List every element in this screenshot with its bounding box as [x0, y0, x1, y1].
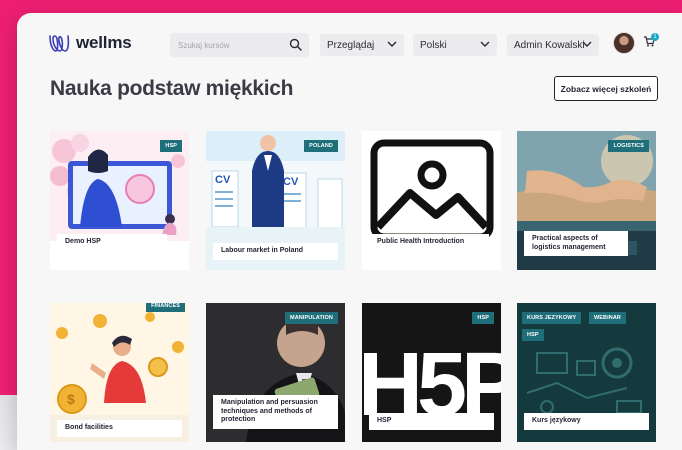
search-box[interactable] [170, 33, 309, 57]
course-card[interactable]: H5P HSP HSP [362, 303, 501, 442]
course-card[interactable]: KURS JEZYKOWY WEBINAR HSP Kurs językowy [517, 303, 656, 442]
avatar[interactable] [613, 32, 635, 54]
browse-dropdown[interactable]: Przeglądaj [320, 34, 404, 56]
course-card[interactable]: HSP Demo HSP [50, 131, 189, 270]
course-card[interactable]: CV CV POLAND Labour market in Poland [206, 131, 345, 270]
language-dropdown[interactable]: Polski [413, 34, 497, 56]
user-dropdown[interactable]: Admin Kowalski [507, 34, 599, 56]
course-title: Kurs językowy [524, 413, 649, 430]
course-card[interactable]: $ FINANCES Bond facilities [50, 303, 189, 442]
svg-text:CV: CV [215, 174, 231, 186]
course-tag: WEBINAR [589, 312, 626, 324]
course-tag: HSP [160, 140, 182, 152]
cart-count-badge: 1 [651, 33, 659, 41]
search-input[interactable] [178, 37, 288, 53]
wellms-logo-icon [49, 35, 70, 52]
course-tag: FINANCES [146, 303, 185, 312]
chevron-down-icon [387, 41, 397, 47]
svg-text:$: $ [67, 391, 75, 407]
see-more-courses-button[interactable]: Zobacz więcej szkoleń [554, 76, 658, 101]
logo[interactable]: wellms [48, 33, 132, 53]
app-window: wellms Przeglądaj Polski Admin Kowalski … [17, 13, 682, 450]
course-tag: MANIPULATION [285, 312, 338, 324]
course-tag: LOGISTICS [608, 140, 649, 152]
course-title: HSP [369, 413, 494, 430]
svg-text:CV: CV [283, 176, 299, 188]
course-title: Public Health Introduction [369, 234, 489, 251]
logo-text: wellms [76, 33, 132, 52]
course-title: Demo HSP [57, 234, 167, 251]
course-title: Manipulation and persuasion techniques a… [213, 395, 338, 429]
language-dropdown-label: Polski [420, 39, 447, 51]
course-tag: HSP [472, 312, 494, 324]
course-tag: POLAND [304, 140, 338, 152]
user-dropdown-label: Admin Kowalski [514, 39, 585, 51]
chevron-down-icon [480, 41, 490, 47]
course-title: Bond facilities [57, 420, 182, 437]
top-navigation: wellms Przeglądaj Polski Admin Kowalski … [17, 13, 682, 73]
course-card[interactable]: LOGISTICS Practical aspects of logistics… [517, 131, 656, 270]
course-card[interactable]: Public Health Introduction [362, 131, 501, 270]
course-tag: HSP [522, 329, 544, 341]
chevron-down-icon [582, 41, 592, 47]
course-card[interactable]: MANIPULATION Manipulation and persuasion… [206, 303, 345, 442]
page-title: Nauka podstaw miękkich [50, 77, 294, 100]
course-tag: KURS JEZYKOWY [522, 312, 582, 324]
course-title: Labour market in Poland [213, 243, 338, 260]
course-title: Practical aspects of logistics managemen… [524, 231, 628, 256]
browse-dropdown-label: Przeglądaj [327, 39, 375, 51]
search-icon[interactable] [289, 38, 302, 51]
